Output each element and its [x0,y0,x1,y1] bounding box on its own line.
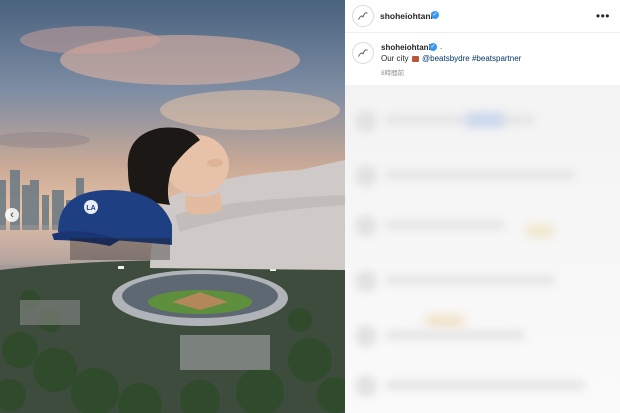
city-emoji-icon [411,56,419,62]
caption-prefix: Our city [381,54,409,63]
signature-avatar-icon [358,49,368,57]
post-media: LA ‹ [0,0,345,413]
signature-avatar-icon [358,12,368,20]
chevron-left-icon: ‹ [10,209,14,221]
post-header: shoheiohtani ✓ ••• [345,0,620,33]
verified-badge-icon: ✓ [429,43,437,51]
post-image: LA [0,26,345,413]
blurred-comments [345,85,620,413]
caption-dot: . [440,42,443,51]
user-avatar[interactable] [352,5,374,27]
caption-text: Our city @beatsbydre #beatspartner [381,54,521,63]
caption-avatar[interactable] [352,42,374,64]
verified-badge-icon: ✓ [431,11,439,19]
carousel-prev-button[interactable]: ‹ [5,208,19,222]
post-timestamp: 8時間前 [381,70,405,77]
mention-link[interactable]: @beatsbydre [422,54,470,63]
header-username[interactable]: shoheiohtani [380,11,433,21]
more-horizontal-icon[interactable]: ••• [596,9,610,23]
helmet-logo: LA [86,205,95,212]
caption-username[interactable]: shoheiohtani [381,43,431,52]
post-panel: shoheiohtani ✓ ••• shoheiohtani ✓ . Our … [345,0,620,413]
hashtag-link[interactable]: #beatspartner [472,54,521,63]
post-caption: shoheiohtani ✓ . Our city @beatsbydre #b… [345,34,620,84]
